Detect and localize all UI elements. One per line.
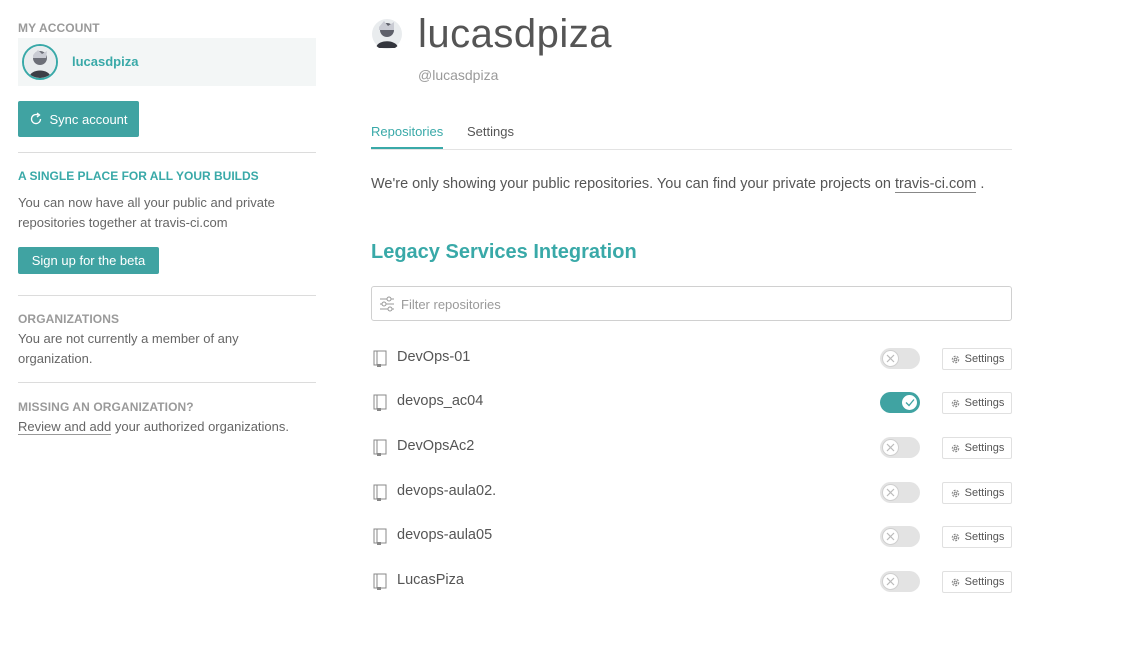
repository-settings-label: Settings — [964, 576, 1005, 588]
notice-suffix: . — [976, 176, 985, 192]
repository-settings-button[interactable]: Settings — [942, 482, 1012, 504]
repository-settings-button[interactable]: Settings — [942, 571, 1012, 593]
repository-toggle[interactable] — [880, 526, 920, 547]
filter-sliders-icon — [380, 296, 394, 312]
repository-toggle[interactable] — [880, 571, 920, 592]
sign-up-beta-label: Sign up for the beta — [31, 253, 146, 268]
repository-name[interactable]: DevOps-01 — [397, 349, 470, 365]
repository-row: devops-aula05 Settings — [371, 514, 1012, 558]
repository-name[interactable]: DevOpsAc2 — [397, 438, 474, 454]
divider — [18, 152, 316, 153]
missing-organization-heading: MISSING AN ORGANIZATION? — [18, 400, 194, 414]
check-icon — [901, 394, 918, 411]
organizations-text: You are not currently a member of any or… — [18, 331, 239, 366]
gear-icon — [951, 489, 959, 497]
sync-account-label: Sync account — [49, 111, 128, 127]
repository-settings-label: Settings — [964, 397, 1005, 409]
repository-row: DevOps-01 Settings — [371, 336, 1012, 380]
repository-toggle[interactable] — [880, 482, 920, 503]
sign-up-beta-button[interactable]: Sign up for the beta — [18, 247, 159, 274]
repository-settings-label: Settings — [964, 442, 1005, 454]
repository-toggle[interactable] — [880, 348, 920, 369]
gear-icon — [951, 444, 959, 452]
review-and-add-link[interactable]: Review and add — [18, 419, 112, 435]
repository-row: DevOpsAc2 Settings — [371, 425, 1012, 469]
tab-repositories[interactable]: Repositories — [371, 124, 444, 149]
gear-icon — [951, 578, 959, 586]
divider — [18, 382, 316, 383]
repo-book-icon — [373, 528, 387, 545]
repository-settings-button[interactable]: Settings — [942, 437, 1012, 459]
profile-avatar — [371, 18, 403, 50]
repository-settings-label: Settings — [964, 353, 1005, 365]
filter-repositories-input[interactable] — [401, 293, 1001, 315]
section-title: Legacy Services Integration — [371, 241, 637, 263]
account-card[interactable]: lucasdpiza — [18, 38, 316, 86]
repository-settings-label: Settings — [964, 487, 1005, 499]
cross-icon — [882, 350, 899, 367]
repository-toggle[interactable] — [880, 437, 920, 458]
profile-name: lucasdpiza — [418, 12, 613, 56]
beta-description: You can now have all your public and pri… — [18, 195, 275, 230]
repo-book-icon — [373, 350, 387, 367]
gear-icon — [951, 533, 959, 541]
repository-row: devops-aula02. Settings — [371, 470, 1012, 514]
public-repos-notice: We're only showing your public repositor… — [371, 176, 985, 193]
gear-icon — [951, 399, 959, 407]
divider — [18, 295, 316, 296]
repository-row: devops_ac04 Settings — [371, 380, 1012, 424]
filter-box[interactable] — [371, 286, 1012, 321]
cross-icon — [882, 573, 899, 590]
avatar — [22, 44, 58, 80]
profile-tabs: Repositories Settings — [371, 121, 1012, 150]
cross-icon — [882, 528, 899, 545]
beta-heading: A SINGLE PLACE FOR ALL YOUR BUILDS — [18, 169, 259, 183]
repository-settings-button[interactable]: Settings — [942, 526, 1012, 548]
repository-name[interactable]: devops-aula02. — [397, 483, 496, 499]
repo-book-icon — [373, 484, 387, 501]
my-account-heading: MY ACCOUNT — [18, 21, 100, 35]
repo-book-icon — [373, 439, 387, 456]
cross-icon — [882, 484, 899, 501]
repository-toggle[interactable] — [880, 392, 920, 413]
repository-settings-label: Settings — [964, 531, 1005, 543]
gear-icon — [951, 355, 959, 363]
organizations-heading: ORGANIZATIONS — [18, 312, 120, 326]
missing-organization-text: Review and add your authorized organizat… — [18, 417, 289, 437]
profile-handle: @lucasdpiza — [418, 67, 499, 83]
repository-settings-button[interactable]: Settings — [942, 392, 1012, 414]
repository-row: LucasPiza Settings — [371, 559, 1012, 603]
sync-account-button[interactable]: Sync account — [18, 101, 139, 137]
main-content: lucasdpiza @lucasdpiza Repositories Sett… — [371, 0, 1012, 645]
cross-icon — [882, 439, 899, 456]
repository-settings-button[interactable]: Settings — [942, 348, 1012, 370]
notice-text: We're only showing your public repositor… — [371, 176, 895, 192]
repository-name[interactable]: LucasPiza — [397, 572, 464, 588]
repo-book-icon — [373, 394, 387, 411]
account-name[interactable]: lucasdpiza — [72, 54, 138, 69]
repository-name[interactable]: devops-aula05 — [397, 527, 492, 543]
missing-organization-suffix: your authorized organizations. — [111, 419, 290, 434]
tab-settings[interactable]: Settings — [467, 124, 514, 139]
sync-icon — [31, 112, 42, 125]
repo-book-icon — [373, 573, 387, 590]
travis-ci-com-link[interactable]: travis-ci.com — [894, 176, 977, 193]
repository-name[interactable]: devops_ac04 — [397, 393, 483, 409]
